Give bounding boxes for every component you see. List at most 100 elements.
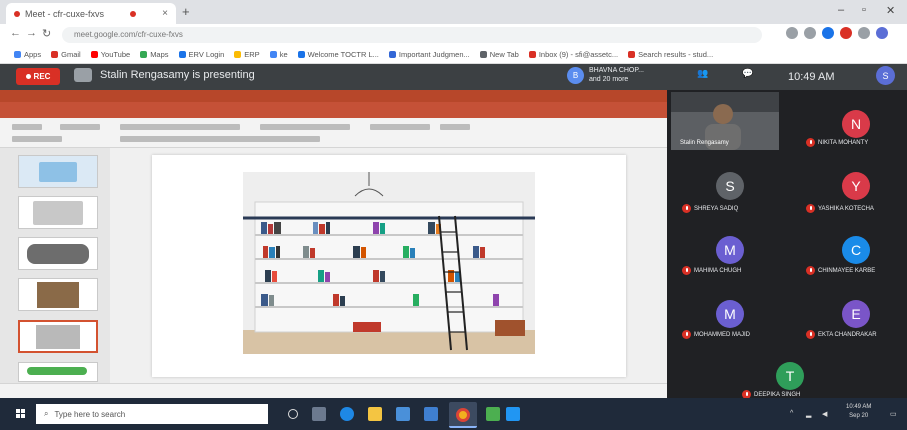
address-bar[interactable]: meet.google.com/cfr-cuxe-fxvs — [62, 27, 762, 43]
bookmark-item[interactable]: Gmail — [51, 50, 81, 59]
task-view-icon[interactable] — [312, 407, 326, 421]
slide-thumbnail-selected[interactable] — [18, 320, 98, 353]
search-icon: ⌕ — [44, 409, 49, 418]
participant-avatar[interactable]: M — [716, 300, 744, 328]
notification-icon[interactable]: ▭ — [890, 410, 897, 418]
key-image — [27, 244, 89, 264]
avatar: B — [567, 66, 584, 84]
meet-tab-icon — [14, 10, 20, 17]
chat-icon[interactable]: 💬 — [740, 68, 756, 84]
participant-avatar[interactable]: S — [716, 172, 744, 200]
thumb-image — [39, 162, 77, 182]
chrome-taskbar-button[interactable] — [449, 402, 477, 428]
recording-badge: REC — [16, 68, 60, 85]
ppt-ribbon-tabs — [0, 102, 667, 118]
taskbar-search[interactable]: ⌕ Type here to search — [36, 404, 268, 424]
bookmark-item[interactable]: Maps — [140, 50, 169, 59]
bookmark-icon — [90, 51, 98, 58]
mic-off-icon — [806, 266, 815, 275]
people-icon[interactable]: 👥 — [695, 68, 711, 84]
bookmark-item[interactable]: Inbox (9) - sfi@assetc... — [528, 50, 618, 59]
meeting-clock: 10:49 AM — [788, 71, 835, 83]
profile-avatar[interactable] — [876, 27, 888, 39]
tray-chevron-icon[interactable]: ^ — [790, 410, 793, 417]
minimize-icon[interactable]: – — [838, 4, 844, 16]
bookmark-icon — [14, 51, 21, 58]
self-avatar[interactable]: S — [876, 66, 895, 85]
cortana-icon[interactable] — [288, 409, 298, 419]
participant-name: YASHIKA KOTECHA — [806, 204, 874, 213]
back-icon[interactable]: ← — [10, 27, 21, 39]
bookmark-item[interactable]: ERP — [234, 50, 260, 59]
close-window-icon[interactable]: ✕ — [886, 4, 895, 17]
bookmark-item[interactable]: New Tab — [479, 50, 519, 59]
close-icon[interactable]: × — [162, 8, 168, 19]
ribbon-group — [12, 124, 42, 130]
participant-avatar[interactable]: Y — [842, 172, 870, 200]
bookmark-item[interactable]: Apps — [14, 50, 41, 59]
presenter-text: Stalin Rengasamy is presenting — [100, 69, 255, 81]
bookshelf-thumb — [36, 325, 80, 349]
participant-name: EKTA CHANDRAKAR — [806, 330, 877, 339]
extension-icon[interactable] — [786, 27, 798, 39]
ribbon-group — [12, 136, 62, 142]
new-tab-button[interactable]: + — [182, 4, 190, 19]
ppt-status-bar — [0, 383, 667, 398]
bookmark-icon — [479, 51, 487, 58]
file-explorer-icon[interactable] — [368, 407, 382, 421]
extension-icon[interactable] — [822, 27, 834, 39]
browser-tab[interactable]: Meet - cfr-cuxe-fxvs × — [6, 3, 176, 24]
participant-name: MAHIMA CHUGH — [682, 266, 741, 275]
participant-avatar[interactable]: E — [842, 300, 870, 328]
volume-icon[interactable]: ◀ — [822, 410, 827, 418]
extension-icon[interactable] — [858, 27, 870, 39]
network-icon[interactable]: ▂ — [806, 410, 811, 418]
ribbon-group — [440, 124, 470, 130]
bookmark-item[interactable]: ke — [269, 50, 288, 59]
camera-name: Stalin Rengasamy — [680, 140, 729, 146]
bookmark-item[interactable]: Search results - stud... — [628, 50, 713, 59]
extension-icon[interactable] — [804, 27, 816, 39]
mail-icon[interactable] — [424, 407, 438, 421]
participant-name: NIKITA MOHANTY — [806, 138, 868, 147]
store-icon[interactable] — [396, 407, 410, 421]
app-icon[interactable] — [486, 407, 500, 421]
participant-avatar[interactable]: C — [842, 236, 870, 264]
bookmark-item[interactable]: YouTube — [90, 50, 130, 59]
slide-thumbnail[interactable] — [18, 196, 98, 229]
extension-icon[interactable] — [840, 27, 852, 39]
participant-name: CHINMAYEE KARBE — [806, 266, 875, 275]
edge-icon[interactable] — [340, 407, 354, 421]
windows-start-icon[interactable] — [16, 409, 26, 419]
reload-icon[interactable]: ↻ — [42, 27, 51, 40]
mic-off-icon — [682, 330, 691, 339]
mic-off-icon — [682, 266, 691, 275]
bookmark-icon — [528, 51, 536, 58]
mic-off-icon — [806, 204, 815, 213]
ribbon-group — [120, 124, 240, 130]
slide-thumbnail[interactable] — [18, 362, 98, 382]
ppt-ribbon — [0, 118, 667, 148]
maximize-icon[interactable]: ▫ — [862, 4, 866, 16]
slide-thumbnail[interactable] — [18, 155, 98, 188]
slide-thumbnail[interactable] — [18, 278, 98, 311]
bookmark-icon — [388, 51, 396, 58]
participant-avatar[interactable]: N — [842, 110, 870, 138]
ppt-title-bar — [0, 90, 667, 102]
door-image — [37, 282, 79, 308]
bookmark-item[interactable]: ERV Login — [178, 50, 224, 59]
bookmark-item[interactable]: Important Judgmen... — [388, 50, 470, 59]
bookmark-icon — [51, 51, 59, 58]
participant-avatar[interactable]: T — [776, 362, 804, 390]
chrome-icon — [456, 408, 470, 422]
thumb-image — [27, 367, 87, 375]
participant-avatar[interactable]: M — [716, 236, 744, 264]
mic-off-icon — [806, 138, 815, 147]
mic-off-icon — [806, 330, 815, 339]
bookmark-item[interactable]: Welcome TOCTR L... — [297, 50, 379, 59]
forward-icon[interactable]: → — [26, 27, 37, 39]
taskbar-clock[interactable]: 10:49 AM Sep 20 — [846, 403, 871, 421]
slide-thumbnail[interactable] — [18, 237, 98, 270]
app-icon[interactable] — [506, 407, 520, 421]
participants-summary[interactable]: B BHAVNA CHOP... and 20 more — [567, 66, 644, 84]
